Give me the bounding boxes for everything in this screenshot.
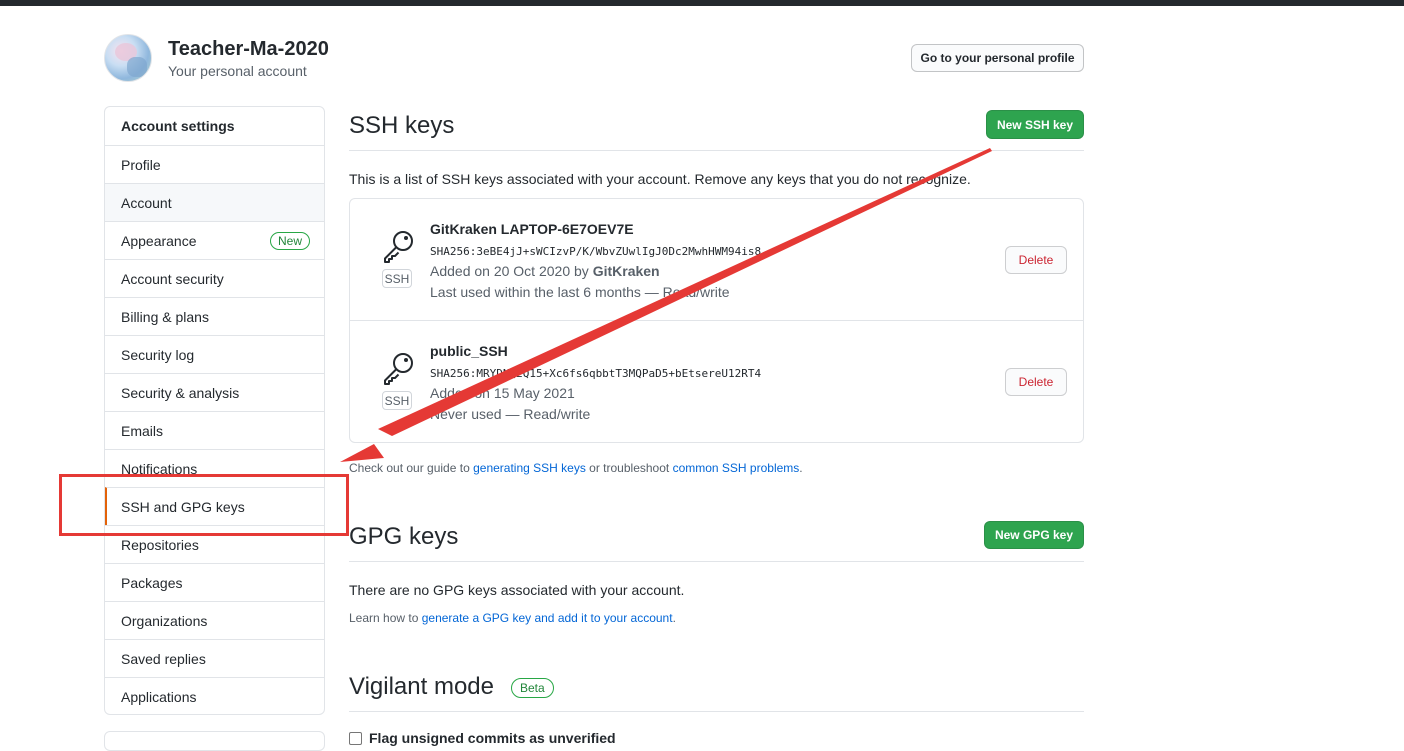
common-ssh-problems-link[interactable]: common SSH problems xyxy=(673,461,800,475)
generate-gpg-key-link[interactable]: generate a GPG key and add it to your ac… xyxy=(422,611,673,625)
ssh-type-label: SSH xyxy=(382,269,412,288)
sidebar-item-account[interactable]: Account xyxy=(105,183,324,221)
sidebar-item-repositories[interactable]: Repositories xyxy=(105,525,324,563)
vigilant-mode-heading: Vigilant mode xyxy=(349,673,494,700)
sidebar-item-saved-replies[interactable]: Saved replies xyxy=(105,639,324,677)
ssh-keys-heading: SSH keys xyxy=(349,112,455,139)
sidebar-heading: Account settings xyxy=(121,118,235,134)
sidebar-item-applications[interactable]: Applications xyxy=(105,677,324,714)
sidebar-item-account-security[interactable]: Account security xyxy=(105,259,324,297)
generating-ssh-keys-link[interactable]: generating SSH keys xyxy=(473,461,586,475)
sidebar-item-security-analysis[interactable]: Security & analysis xyxy=(105,373,324,411)
top-bar xyxy=(0,0,1404,6)
sidebar-item-organizations[interactable]: Organizations xyxy=(105,601,324,639)
sidebar-item-packages[interactable]: Packages xyxy=(105,563,324,601)
avatar[interactable] xyxy=(104,34,152,82)
key-icon xyxy=(384,231,413,263)
sidebar-item-security-log[interactable]: Security log xyxy=(105,335,324,373)
sidebar-item-profile[interactable]: Profile xyxy=(105,145,324,183)
developer-settings-box xyxy=(104,731,325,751)
ssh-guide-note: Check out our guide to generating SSH ke… xyxy=(349,461,803,475)
sidebar-item-notifications[interactable]: Notifications xyxy=(105,449,324,487)
delete-key-button[interactable]: Delete xyxy=(1005,368,1067,396)
settings-sidebar: Account settings Profile Account Appeara… xyxy=(104,106,325,715)
beta-badge: Beta xyxy=(511,678,554,698)
ssh-key-added: Added on 15 May 2021 xyxy=(430,385,575,401)
ssh-key-fingerprint: SHA256:MRYDNQ2Q15+Xc6fs6qbbtT3MQPaD5+bEt… xyxy=(430,367,762,380)
ssh-description: This is a list of SSH keys associated wi… xyxy=(349,171,971,187)
gpg-learn-note: Learn how to generate a GPG key and add … xyxy=(349,611,676,625)
sidebar-item-billing[interactable]: Billing & plans xyxy=(105,297,324,335)
new-gpg-key-button[interactable]: New GPG key xyxy=(984,521,1084,549)
ssh-key-fingerprint: SHA256:3eBE4jJ+sWCIzvP/K/WbvZUwlIgJ0Dc2M… xyxy=(430,245,762,258)
account-subtitle: Your personal account xyxy=(168,63,307,79)
gpg-empty-text: There are no GPG keys associated with yo… xyxy=(349,582,685,598)
sidebar-item-ssh-gpg-keys[interactable]: SSH and GPG keys xyxy=(105,487,324,525)
new-ssh-key-button[interactable]: New SSH key xyxy=(986,110,1084,139)
flag-unsigned-label[interactable]: Flag unsigned commits as unverified xyxy=(369,730,616,746)
sidebar-item-appearance[interactable]: Appearance New xyxy=(105,221,324,259)
divider xyxy=(349,711,1084,712)
sidebar-item-emails[interactable]: Emails xyxy=(105,411,324,449)
divider xyxy=(349,561,1084,562)
ssh-key-added: Added on 20 Oct 2020 by GitKraken xyxy=(430,263,660,279)
gpg-keys-heading: GPG keys xyxy=(349,523,459,550)
new-badge: New xyxy=(269,232,310,250)
divider xyxy=(349,150,1084,151)
delete-key-button[interactable]: Delete xyxy=(1005,246,1067,274)
ssh-key-row: SSH public_SSH SHA256:MRYDNQ2Q15+Xc6fs6q… xyxy=(350,320,1083,442)
ssh-key-usage: Last used within the last 6 months — Rea… xyxy=(430,284,730,300)
ssh-key-row: SSH GitKraken LAPTOP-6E7OEV7E SHA256:3eB… xyxy=(350,199,1083,321)
sidebar-item-label: Appearance xyxy=(121,232,197,249)
key-icon xyxy=(384,353,413,385)
ssh-key-title: public_SSH xyxy=(430,343,508,359)
ssh-key-title: GitKraken LAPTOP-6E7OEV7E xyxy=(430,221,634,237)
ssh-key-added-by: GitKraken xyxy=(592,263,660,279)
go-to-profile-button[interactable]: Go to your personal profile xyxy=(911,44,1084,72)
account-username[interactable]: Teacher-Ma-2020 xyxy=(168,38,329,61)
ssh-type-label: SSH xyxy=(382,391,412,410)
ssh-key-usage: Never used — Read/write xyxy=(430,406,591,422)
ssh-keys-list: SSH GitKraken LAPTOP-6E7OEV7E SHA256:3eB… xyxy=(349,198,1084,443)
